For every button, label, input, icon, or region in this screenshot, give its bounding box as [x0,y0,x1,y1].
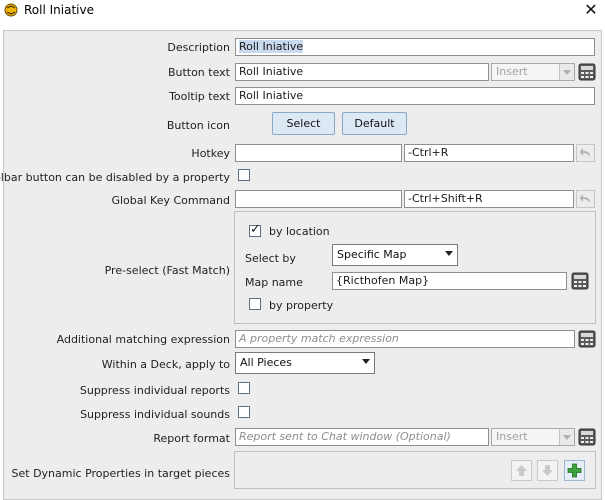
map-name-field[interactable]: {Ricthofen Map} [332,272,567,290]
within-deck-combo[interactable]: All Pieces [235,352,375,374]
description-value: Roll Iniative [239,40,304,53]
hotkey-field[interactable] [235,144,402,162]
by-property-label: by property [269,299,334,312]
select-icon-button[interactable]: Select [272,112,335,135]
tooltip-text-label: Tooltip text [169,90,230,103]
preselect-label: Pre-select (Fast Match) [104,264,230,277]
chevron-down-icon [442,245,457,265]
dynamic-properties-panel [234,451,596,489]
map-name-label: Map name [245,276,303,289]
global-key-field[interactable] [235,190,402,208]
hotkey-label: Hotkey [191,147,230,160]
suppress-sounds-label: Suppress individual sounds [80,408,230,421]
description-label: Description [167,41,230,54]
dynamic-properties-label: Set Dynamic Properties in target pieces [11,467,230,480]
calculator-icon[interactable] [578,428,596,446]
toolbar-disable-label: Toolbar button can be disabled by a prop… [0,171,230,184]
global-key-command-label: Global Key Command [111,194,230,207]
report-insert-combo[interactable]: Insert [491,428,575,446]
button-text-field[interactable]: Roll Iniative [235,63,489,81]
suppress-reports-label: Suppress individual reports [79,384,230,397]
select-by-value: Specific Map [337,248,407,261]
arrow-down-icon[interactable] [537,460,558,481]
tooltip-text-field[interactable]: Roll Iniative [235,87,595,105]
button-text-label: Button text [167,66,230,79]
calculator-icon[interactable] [578,330,596,348]
within-deck-label: Within a Deck, apply to [101,358,230,371]
app-icon [4,3,18,17]
properties-panel: Description Roll Iniative Button text Ro… [0,30,602,500]
suppress-reports-checkbox[interactable] [238,382,250,394]
report-format-field[interactable]: Report sent to Chat window (Optional) [235,428,489,446]
chevron-down-icon [559,64,574,80]
hotkey-display-field[interactable]: -Ctrl+R [404,144,574,162]
by-property-checkbox[interactable] [249,298,261,310]
select-by-label: Select by [245,252,296,265]
preselect-panel: by location Select by Specific Map Map n… [234,211,596,324]
suppress-sounds-checkbox[interactable] [238,406,250,418]
button-text-insert-value: Insert [496,65,528,78]
undo-icon[interactable] [576,190,595,208]
by-location-checkbox[interactable] [249,222,261,237]
plus-icon[interactable] [564,460,585,481]
toolbar-disable-checkbox[interactable] [238,169,250,181]
button-text-insert-combo[interactable]: Insert [491,63,575,81]
within-deck-value: All Pieces [240,356,292,369]
arrow-up-icon[interactable] [511,460,532,481]
undo-icon[interactable] [576,144,595,162]
button-icon-label: Button icon [166,119,230,132]
additional-matching-label: Additional matching expression [56,333,230,346]
by-location-label: by location [269,225,330,238]
dialog-window: Roll Iniative ✕ Description Roll Iniativ… [0,0,605,500]
report-format-label: Report format [153,432,230,445]
report-insert-value: Insert [496,430,528,443]
global-key-display-field[interactable]: -Ctrl+Shift+R [404,190,574,208]
calculator-icon[interactable] [578,63,596,81]
calculator-icon[interactable] [571,272,589,290]
chevron-down-icon [559,429,574,445]
additional-matching-field[interactable]: A property match expression [235,330,575,348]
close-button[interactable]: ✕ [583,1,599,19]
description-field[interactable]: Roll Iniative [235,38,595,56]
window-title: Roll Iniative [24,3,94,17]
chevron-down-icon [359,353,374,373]
default-icon-button[interactable]: Default [342,112,407,135]
select-by-combo[interactable]: Specific Map [332,244,458,266]
title-bar: Roll Iniative ✕ [0,0,605,21]
